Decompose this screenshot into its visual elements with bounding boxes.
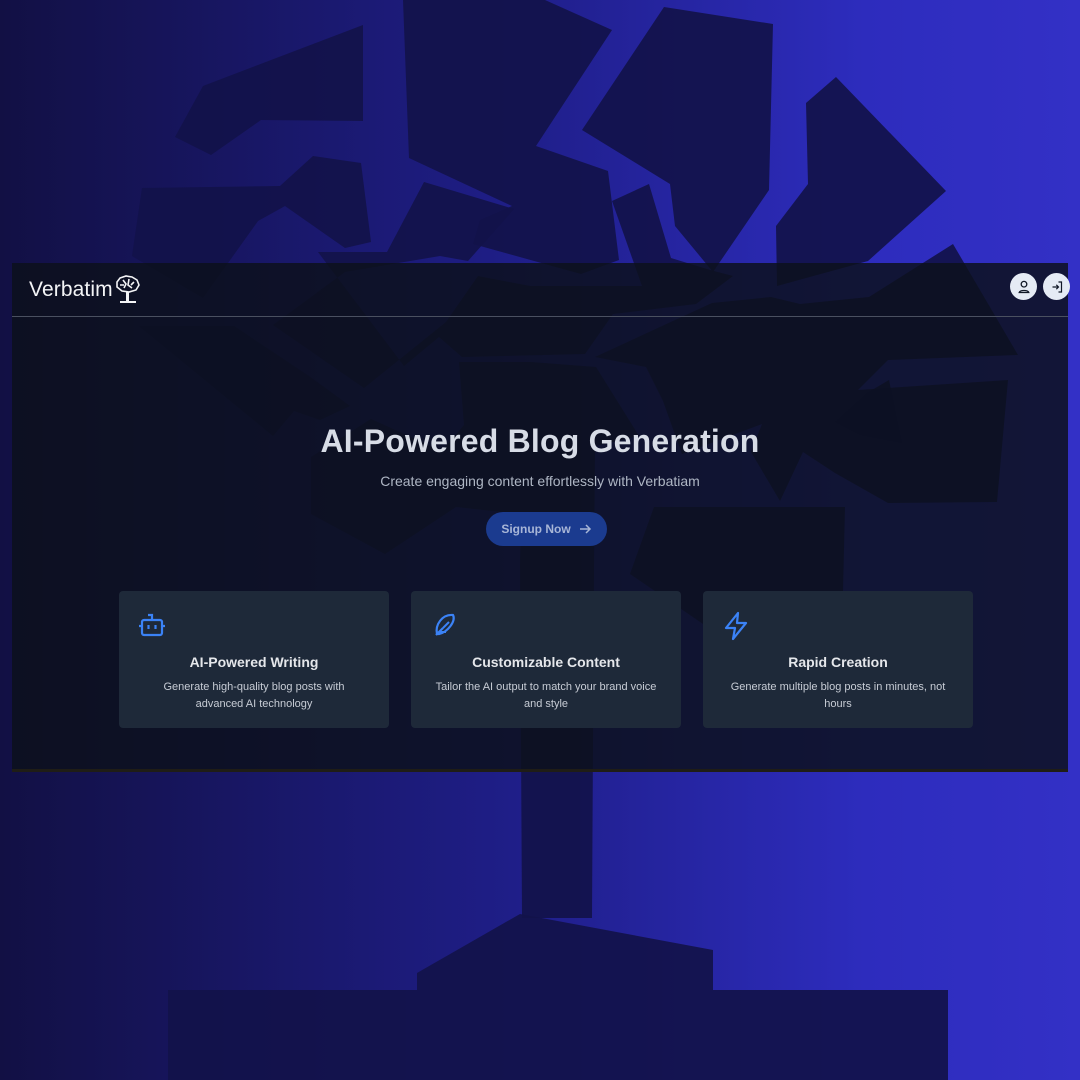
login-button[interactable] (1043, 273, 1070, 300)
feature-description: Tailor the AI output to match your brand… (435, 681, 657, 710)
lightning-icon (724, 611, 748, 641)
header-actions (1010, 273, 1070, 300)
user-icon (1017, 280, 1030, 293)
feature-title: Rapid Creation (788, 654, 888, 670)
tree-logo-icon (115, 275, 140, 303)
brand-name: Verbatim (29, 278, 113, 301)
hero-section: AI-Powered Blog Generation Create engagi… (12, 421, 1068, 490)
feature-cards: AI-Powered Writing Generate high-quality… (119, 591, 974, 728)
feature-description: Generate high-quality blog posts with ad… (163, 681, 345, 710)
profile-button[interactable] (1010, 273, 1037, 300)
hero-subtitle: Create engaging content effortlessly wit… (380, 473, 700, 489)
app-window: Verbatim AI-Powered Blog Generation Crea… (12, 263, 1070, 772)
brand-logo[interactable]: Verbatim (29, 275, 141, 305)
feature-card-rapid-creation: Rapid Creation Generate multiple blog po… (703, 591, 973, 728)
feature-card-ai-powered-writing: AI-Powered Writing Generate high-quality… (119, 591, 389, 728)
robot-icon (139, 613, 165, 637)
feature-title: AI-Powered Writing (189, 654, 319, 670)
feather-icon (435, 613, 455, 636)
top-navigation-bar: Verbatim (12, 263, 1070, 317)
feature-title: Customizable Content (472, 654, 620, 670)
signup-button-label: Signup Now (501, 522, 571, 536)
feature-description: Generate multiple blog posts in minutes,… (730, 681, 946, 710)
arrow-right-icon (579, 524, 591, 534)
hero-title: AI-Powered Blog Generation (320, 423, 760, 459)
feature-card-customizable-content: Customizable Content Tailor the AI outpu… (411, 591, 681, 728)
signup-button[interactable]: Signup Now (486, 512, 607, 546)
sign-in-icon (1052, 280, 1062, 293)
